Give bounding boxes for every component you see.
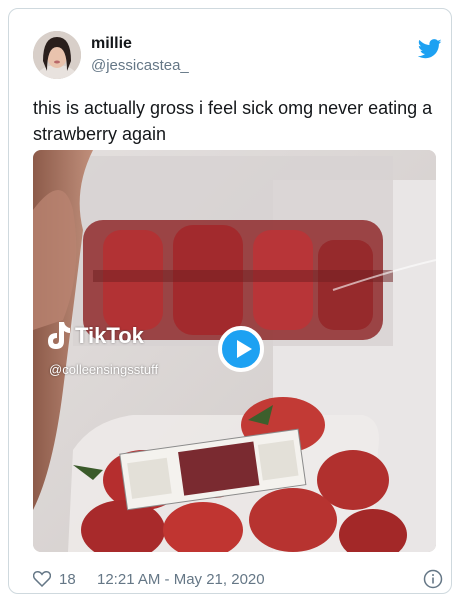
twitter-bird-icon[interactable] — [418, 39, 442, 59]
user-handle[interactable]: @jessicastea_ — [91, 57, 189, 74]
tiktok-username: @colleensingsstuff — [49, 362, 159, 377]
tiktok-note-icon — [48, 322, 70, 349]
info-icon[interactable] — [423, 569, 443, 589]
display-name[interactable]: millie — [91, 35, 132, 53]
tweet-card[interactable]: millie @jessicastea_ this is actually gr… — [8, 8, 452, 594]
tiktok-wordmark: TikTok — [75, 323, 144, 348]
tweet-footer: 18 12:21 AM - May 21, 2020 — [33, 569, 443, 591]
play-button[interactable] — [218, 326, 264, 372]
video-media[interactable]: TikTok @colleensingsstuff — [33, 150, 436, 552]
heart-icon[interactable] — [33, 571, 51, 587]
tweet-text: this is actually gross i feel sick omg n… — [33, 98, 433, 144]
like-count[interactable]: 18 — [59, 571, 76, 588]
avatar[interactable] — [33, 31, 81, 79]
timestamp[interactable]: 12:21 AM - May 21, 2020 — [97, 571, 265, 588]
